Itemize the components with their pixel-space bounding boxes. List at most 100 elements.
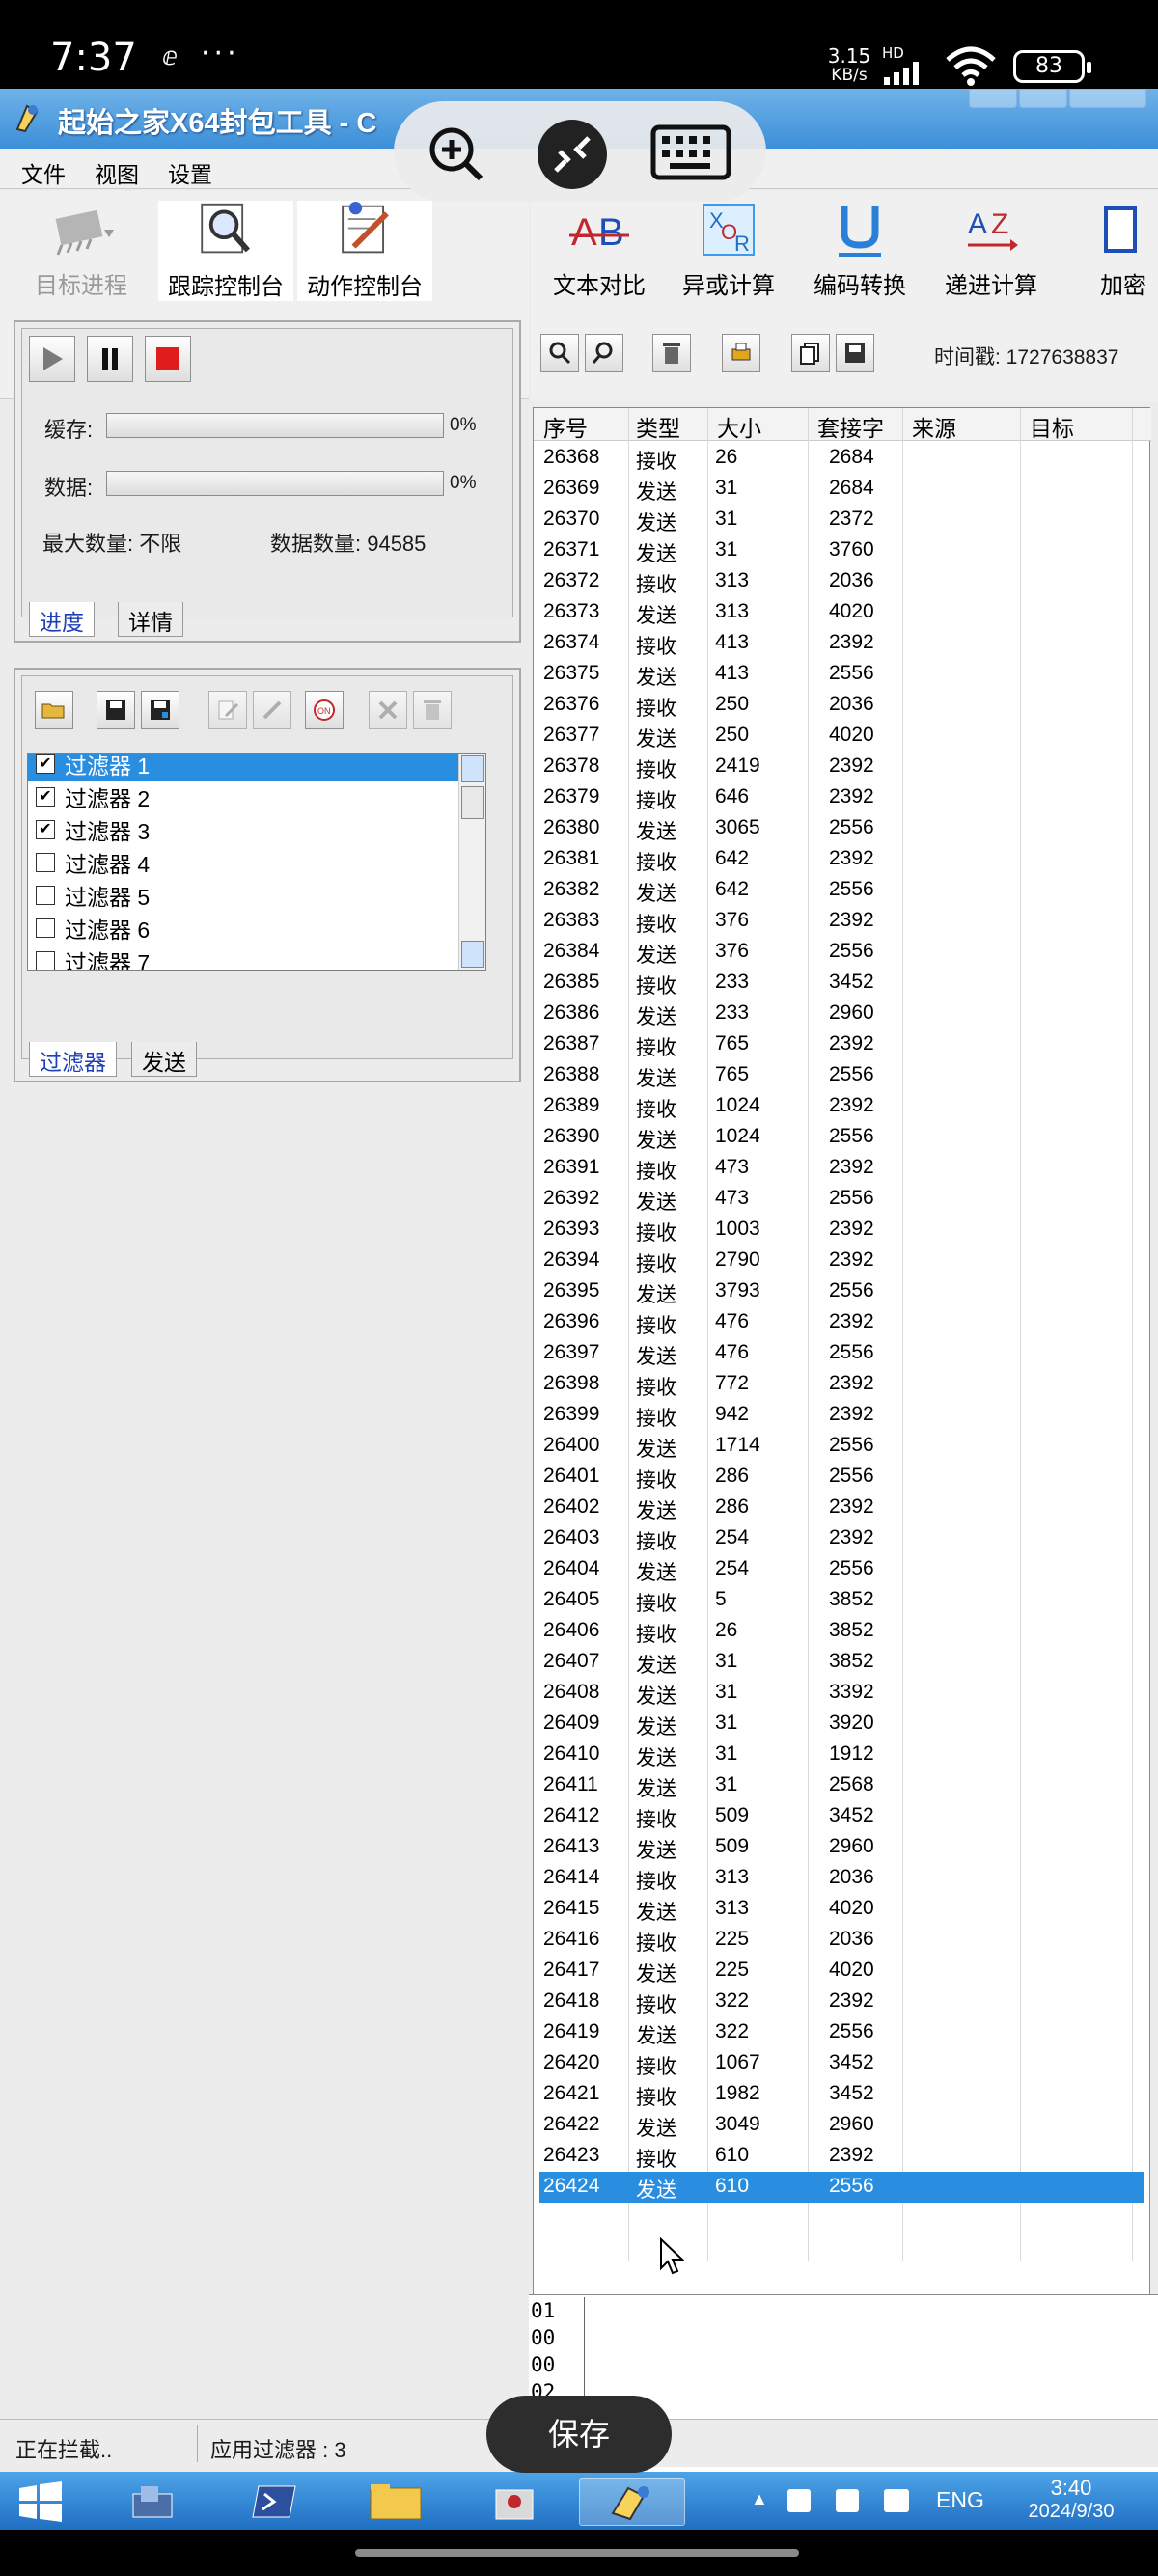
zoom-in-icon[interactable]: [425, 123, 486, 184]
table-row[interactable]: 26420 接收 1067 3452: [539, 2048, 1144, 2079]
start-button[interactable]: [29, 336, 75, 382]
text-compare-button[interactable]: A B 文本对比: [537, 201, 662, 301]
disconnect-icon[interactable]: [537, 119, 608, 190]
filter-item[interactable]: ✔ 过滤器 2: [28, 781, 458, 813]
tab-filters[interactable]: 过滤器: [29, 1042, 117, 1077]
filter-checkbox[interactable]: [36, 918, 55, 938]
table-row[interactable]: 26410 发送 31 1912: [539, 1740, 1144, 1770]
table-row[interactable]: 26413 发送 509 2960: [539, 1832, 1144, 1863]
save-as-filter-button[interactable]: [141, 691, 179, 729]
table-row[interactable]: 26399 接收 942 2392: [539, 1400, 1144, 1431]
table-row[interactable]: 26369 发送 31 2684: [539, 474, 1144, 505]
filter-checkbox[interactable]: [36, 886, 55, 905]
table-row[interactable]: 26422 发送 3049 2960: [539, 2110, 1144, 2141]
table-row[interactable]: 26372 接收 313 2036: [539, 566, 1144, 597]
table-row[interactable]: 26403 接收 254 2392: [539, 1523, 1144, 1554]
save-filter-button[interactable]: [96, 691, 135, 729]
table-row[interactable]: 26414 接收 313 2036: [539, 1863, 1144, 1894]
filter-item[interactable]: ✔ 过滤器 3: [28, 813, 458, 846]
table-row[interactable]: 26416 接收 225 2036: [539, 1925, 1144, 1956]
taskbar-clock[interactable]: 3:40 2024/9/30: [1013, 2476, 1129, 2530]
table-row[interactable]: 26418 接收 322 2392: [539, 1987, 1144, 2017]
col-type[interactable]: 类型: [636, 410, 680, 443]
table-row[interactable]: 26375 发送 413 2556: [539, 659, 1144, 690]
keyboard-icon[interactable]: [650, 124, 731, 180]
filter-scrollbar[interactable]: [458, 754, 485, 970]
table-row[interactable]: 26405 接收 5 3852: [539, 1585, 1144, 1616]
action-console-button[interactable]: 动作控制台: [297, 201, 432, 301]
table-row[interactable]: 26379 接收 646 2392: [539, 782, 1144, 813]
table-row[interactable]: 26373 发送 313 4020: [539, 597, 1144, 628]
table-row[interactable]: 26389 接收 1024 2392: [539, 1091, 1144, 1122]
taskbar-packet-tool[interactable]: [579, 2478, 685, 2526]
language-indicator[interactable]: ENG: [936, 2487, 984, 2513]
col-source[interactable]: 来源: [912, 410, 956, 443]
table-row[interactable]: 26377 发送 250 4020: [539, 721, 1144, 752]
table-row[interactable]: 26385 接收 233 3452: [539, 968, 1144, 999]
table-row[interactable]: 26419 发送 322 2556: [539, 2017, 1144, 2048]
taskbar-app-2[interactable]: [471, 2478, 560, 2526]
table-row[interactable]: 26388 发送 765 2556: [539, 1060, 1144, 1091]
table-row[interactable]: 26407 发送 31 3852: [539, 1647, 1144, 1678]
table-row[interactable]: 26402 发送 286 2392: [539, 1493, 1144, 1523]
table-row[interactable]: 26391 接收 473 2392: [539, 1153, 1144, 1184]
menu-view[interactable]: 视图: [95, 156, 139, 189]
filter-checkbox[interactable]: ✔: [36, 787, 55, 807]
table-row[interactable]: 26415 发送 313 4020: [539, 1894, 1144, 1925]
maximize-button[interactable]: [1019, 89, 1067, 108]
rename-filter-button[interactable]: [253, 691, 291, 729]
copy-button[interactable]: [791, 334, 830, 372]
find-next-button[interactable]: [585, 334, 623, 372]
trace-console-button[interactable]: 跟踪控制台: [158, 201, 293, 301]
table-row[interactable]: 26376 接收 250 2036: [539, 690, 1144, 721]
progressive-calc-button[interactable]: A Z 递进计算: [928, 201, 1054, 301]
open-filter-button[interactable]: [35, 691, 73, 729]
table-row[interactable]: 26393 接收 1003 2392: [539, 1215, 1144, 1246]
table-row[interactable]: 26396 接收 476 2392: [539, 1307, 1144, 1338]
col-size[interactable]: 大小: [717, 410, 761, 443]
table-row[interactable]: 26406 接收 26 3852: [539, 1616, 1144, 1647]
tray-icon-2[interactable]: [836, 2489, 859, 2512]
table-row[interactable]: 26411 发送 31 2568: [539, 1770, 1144, 1801]
toggle-filter-button[interactable]: ON: [305, 691, 344, 729]
table-row[interactable]: 26371 发送 31 3760: [539, 535, 1144, 566]
minimize-button[interactable]: [969, 89, 1017, 108]
table-row[interactable]: 26398 接收 772 2392: [539, 1369, 1144, 1400]
table-row[interactable]: 26404 发送 254 2556: [539, 1554, 1144, 1585]
edit-filter-button[interactable]: [208, 691, 247, 729]
tab-send[interactable]: 发送: [131, 1042, 197, 1077]
table-row[interactable]: 26412 接收 509 3452: [539, 1801, 1144, 1832]
table-row[interactable]: 26381 接收 642 2392: [539, 844, 1144, 875]
filter-item[interactable]: 过滤器 7: [28, 945, 458, 970]
filter-checkbox[interactable]: [36, 951, 55, 970]
table-row[interactable]: 26421 接收 1982 3452: [539, 2079, 1144, 2110]
filter-checkbox[interactable]: [36, 853, 55, 872]
table-row[interactable]: 26378 接收 2419 2392: [539, 752, 1144, 782]
col-index[interactable]: 序号: [543, 410, 588, 443]
table-row[interactable]: 26384 发送 376 2556: [539, 937, 1144, 968]
stop-button[interactable]: [145, 336, 191, 382]
filter-item[interactable]: 过滤器 5: [28, 879, 458, 912]
tray-icon-1[interactable]: [787, 2489, 811, 2512]
scroll-thumb[interactable]: [461, 786, 484, 819]
table-row[interactable]: 26409 发送 31 3920: [539, 1709, 1144, 1740]
filter-checkbox[interactable]: ✔: [36, 820, 55, 839]
encode-button[interactable]: 编码转换: [797, 201, 923, 301]
col-socket[interactable]: 套接字: [817, 410, 884, 443]
table-row[interactable]: 26382 发送 642 2556: [539, 875, 1144, 906]
table-row[interactable]: 26387 接收 765 2392: [539, 1029, 1144, 1060]
col-target[interactable]: 目标: [1030, 410, 1074, 443]
scroll-down-button[interactable]: [461, 941, 484, 968]
table-row[interactable]: 26400 发送 1714 2556: [539, 1431, 1144, 1462]
table-row[interactable]: 26423 接收 610 2392: [539, 2141, 1144, 2172]
encrypt-button[interactable]: 加密: [1100, 201, 1158, 301]
filter-checkbox[interactable]: ✔: [36, 754, 55, 774]
tab-details[interactable]: 详情: [118, 602, 183, 637]
home-handle[interactable]: [355, 2549, 799, 2557]
target-process-button[interactable]: 目标进程: [14, 201, 149, 301]
pause-button[interactable]: [87, 336, 133, 382]
filter-item[interactable]: ✔ 过滤器 1: [28, 754, 458, 781]
table-row[interactable]: 26417 发送 225 4020: [539, 1956, 1144, 1987]
start-button[interactable]: [0, 2478, 81, 2526]
table-row[interactable]: 26374 接收 413 2392: [539, 628, 1144, 659]
